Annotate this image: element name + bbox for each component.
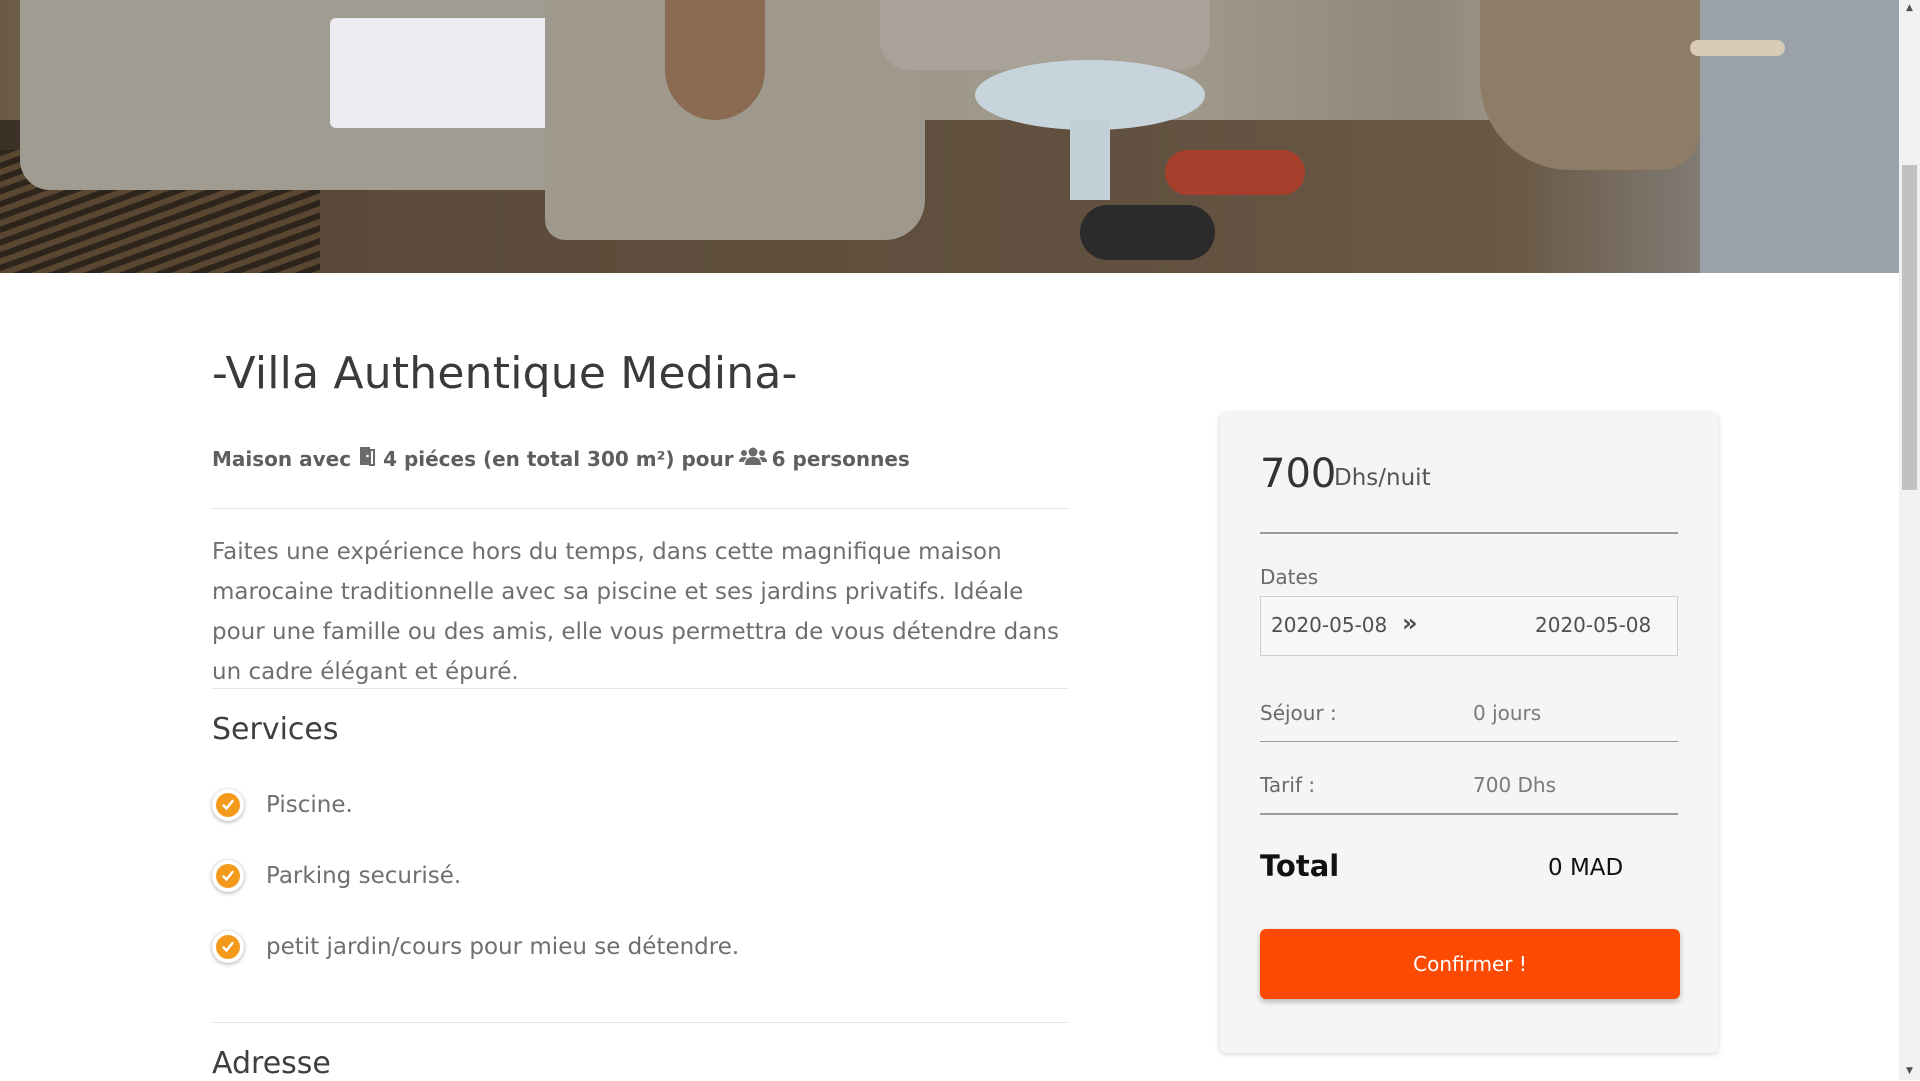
meta-rooms: 4 piéces (en total 300 m²) pour xyxy=(383,446,734,471)
service-item: Parking securisé. xyxy=(212,856,461,896)
property-title: -Villa Authentique Medina- xyxy=(212,348,798,399)
double-chevron-right-icon: » xyxy=(1402,609,1418,637)
divider xyxy=(212,1022,1068,1023)
meta-guests: 6 personnes xyxy=(771,446,910,471)
check-circle-icon xyxy=(212,931,244,963)
total-label: Total xyxy=(1260,849,1340,883)
door-icon xyxy=(356,445,378,472)
card-divider xyxy=(1260,532,1678,534)
divider xyxy=(212,508,1068,509)
property-meta: Maison avec 4 piéces (en total 300 m²) p… xyxy=(212,445,910,472)
scrollbar-thumb[interactable] xyxy=(1902,165,1917,490)
property-description: Faites une expérience hors du temps, dan… xyxy=(212,539,1059,685)
rate-value: 700 Dhs xyxy=(1473,773,1557,797)
scroll-up-icon[interactable]: ▲ xyxy=(1899,0,1920,17)
confirm-button[interactable]: Confirmer ! xyxy=(1260,929,1680,999)
service-item: petit jardin/cours pour mieu se détendre… xyxy=(212,927,739,967)
dates-label: Dates xyxy=(1260,565,1319,589)
check-circle-icon xyxy=(212,789,244,821)
date-end[interactable]: 2020-05-08 xyxy=(1535,613,1651,637)
date-start[interactable]: 2020-05-08 xyxy=(1271,613,1387,637)
page-scrollbar[interactable]: ▲ ▼ xyxy=(1899,0,1920,1080)
total-value: 0 MAD xyxy=(1548,855,1624,881)
service-label: Piscine. xyxy=(266,792,353,818)
service-item: Piscine. xyxy=(212,785,353,825)
card-divider xyxy=(1260,741,1678,742)
scroll-down-icon[interactable]: ▼ xyxy=(1899,1063,1920,1080)
rate-label: Tarif : xyxy=(1260,773,1316,797)
price-amount: 700 xyxy=(1260,451,1337,497)
address-heading: Adresse xyxy=(212,1046,331,1081)
stay-value: 0 jours xyxy=(1473,701,1542,725)
meta-prefix: Maison avec xyxy=(212,446,352,471)
service-label: petit jardin/cours pour mieu se détendre… xyxy=(266,934,740,960)
card-divider xyxy=(1260,813,1678,815)
stay-label: Séjour : xyxy=(1260,701,1337,725)
check-circle-icon xyxy=(212,860,244,892)
services-heading: Services xyxy=(212,712,339,747)
users-icon xyxy=(738,445,767,472)
price-unit: Dhs/nuit xyxy=(1334,465,1431,491)
booking-card: 700 Dhs/nuit Dates 2020-05-08 » 2020-05-… xyxy=(1220,413,1718,1053)
hero-image xyxy=(0,0,1899,273)
date-range-picker[interactable]: 2020-05-08 » 2020-05-08 xyxy=(1260,596,1678,656)
divider xyxy=(212,688,1068,689)
service-label: Parking securisé. xyxy=(266,863,462,889)
